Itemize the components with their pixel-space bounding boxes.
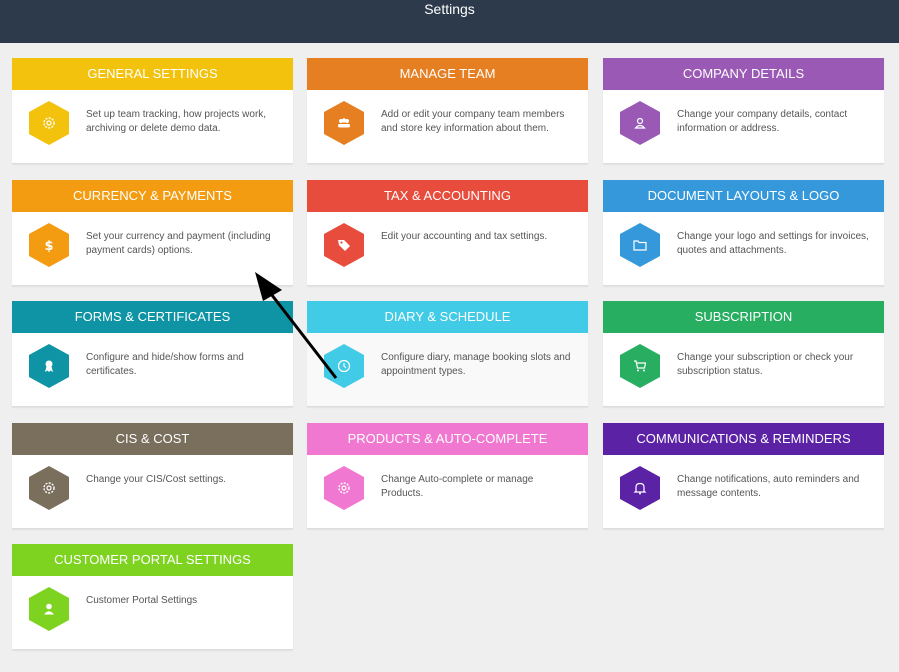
card-header[interactable]: DIARY & SCHEDULE xyxy=(307,301,588,333)
svg-text:$: $ xyxy=(44,239,53,253)
settings-card-company[interactable]: COMPANY DETAILS Change your company detai… xyxy=(603,58,884,164)
gear-icon xyxy=(324,466,364,510)
card-description: Set up team tracking, how projects work,… xyxy=(86,109,267,134)
card-body[interactable]: Add or edit your company team members an… xyxy=(307,90,588,163)
card-description: Change notifications, auto reminders and… xyxy=(677,474,860,499)
card-description: Change Auto-complete or manage Products. xyxy=(381,474,534,499)
card-body[interactable]: Configure diary, manage booking slots an… xyxy=(307,333,588,406)
card-header[interactable]: CIS & COST xyxy=(12,423,293,455)
settings-card-team[interactable]: MANAGE TEAM Add or edit your company team… xyxy=(307,58,588,164)
card-description: Change your company details, contact inf… xyxy=(677,109,848,134)
settings-card-portal[interactable]: CUSTOMER PORTAL SETTINGS Customer Portal … xyxy=(12,544,293,650)
card-header[interactable]: CUSTOMER PORTAL SETTINGS xyxy=(12,544,293,576)
card-body[interactable]: Change Auto-complete or manage Products. xyxy=(307,455,588,528)
certificate-icon xyxy=(29,344,69,388)
card-header[interactable]: GENERAL SETTINGS xyxy=(12,58,293,90)
settings-card-currency[interactable]: CURRENCY & PAYMENTS $ Set your currency an… xyxy=(12,180,293,286)
settings-card-tax[interactable]: TAX & ACCOUNTING Edit your accounting and… xyxy=(307,180,588,286)
card-description: Edit your accounting and tax settings. xyxy=(381,231,548,242)
settings-card-comms[interactable]: COMMUNICATIONS & REMINDERS Change notific… xyxy=(603,423,884,529)
folder-icon xyxy=(620,223,660,267)
card-description: Change your logo and settings for invoic… xyxy=(677,231,869,256)
card-body[interactable]: Change your company details, contact inf… xyxy=(603,90,884,163)
settings-card-docs[interactable]: DOCUMENT LAYOUTS & LOGO Change your logo … xyxy=(603,180,884,286)
top-bar: Settings xyxy=(0,0,899,43)
tag-icon xyxy=(324,223,364,267)
card-description: Change your subscription or check your s… xyxy=(677,352,854,377)
card-header[interactable]: FORMS & CERTIFICATES xyxy=(12,301,293,333)
page-title: Settings xyxy=(424,1,475,17)
card-body[interactable]: Set up team tracking, how projects work,… xyxy=(12,90,293,163)
card-body[interactable]: Change your subscription or check your s… xyxy=(603,333,884,406)
card-body[interactable]: Change your logo and settings for invoic… xyxy=(603,212,884,285)
settings-grid: GENERAL SETTINGS Set up team tracking, ho… xyxy=(12,58,884,658)
card-description: Add or edit your company team members an… xyxy=(381,109,565,134)
settings-card-cis[interactable]: CIS & COST Change your CIS/Cost settings. xyxy=(12,423,293,529)
bell-icon xyxy=(620,466,660,510)
dollar-icon: $ xyxy=(29,223,69,267)
card-header[interactable]: COMPANY DETAILS xyxy=(603,58,884,90)
gear-icon xyxy=(29,101,69,145)
cart-icon xyxy=(620,344,660,388)
card-body[interactable]: Change notifications, auto reminders and… xyxy=(603,455,884,528)
users-icon xyxy=(324,101,364,145)
card-description: Configure and hide/show forms and certif… xyxy=(86,352,244,377)
card-description: Customer Portal Settings xyxy=(86,595,198,606)
card-header[interactable]: DOCUMENT LAYOUTS & LOGO xyxy=(603,180,884,212)
clock-icon xyxy=(324,344,364,388)
card-body[interactable]: Edit your accounting and tax settings. xyxy=(307,212,588,285)
card-body[interactable]: Configure and hide/show forms and certif… xyxy=(12,333,293,406)
card-header[interactable]: TAX & ACCOUNTING xyxy=(307,180,588,212)
card-description: Change your CIS/Cost settings. xyxy=(86,474,227,485)
card-body[interactable]: Change your CIS/Cost settings. xyxy=(12,455,293,528)
card-header[interactable]: SUBSCRIPTION xyxy=(603,301,884,333)
card-body[interactable]: Customer Portal Settings xyxy=(12,576,293,649)
settings-card-forms[interactable]: FORMS & CERTIFICATES Configure and hide/s… xyxy=(12,301,293,407)
settings-card-subscription[interactable]: SUBSCRIPTION Change your subscription or … xyxy=(603,301,884,407)
card-body[interactable]: $ Set your currency and payment (includin… xyxy=(12,212,293,285)
card-header[interactable]: MANAGE TEAM xyxy=(307,58,588,90)
user-icon xyxy=(620,101,660,145)
settings-card-products[interactable]: PRODUCTS & AUTO-COMPLETE Change Auto-comp… xyxy=(307,423,588,529)
card-header[interactable]: CURRENCY & PAYMENTS xyxy=(12,180,293,212)
settings-card-general[interactable]: GENERAL SETTINGS Set up team tracking, ho… xyxy=(12,58,293,164)
gear-icon xyxy=(29,466,69,510)
person-icon xyxy=(29,587,69,631)
card-header[interactable]: COMMUNICATIONS & REMINDERS xyxy=(603,423,884,455)
card-description: Configure diary, manage booking slots an… xyxy=(381,352,571,377)
card-header[interactable]: PRODUCTS & AUTO-COMPLETE xyxy=(307,423,588,455)
card-description: Set your currency and payment (including… xyxy=(86,231,271,256)
settings-card-diary[interactable]: DIARY & SCHEDULE Configure diary, manage … xyxy=(307,301,588,407)
